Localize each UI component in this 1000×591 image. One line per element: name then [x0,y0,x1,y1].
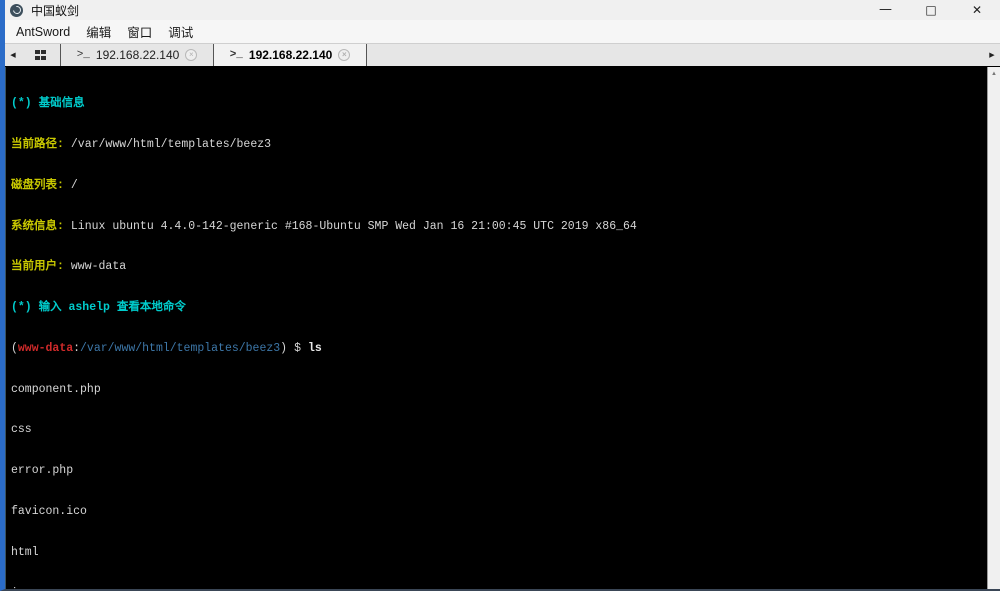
close-button[interactable]: ✕ [954,0,1000,20]
tab-scroll-right-icon[interactable]: ▶ [984,44,1000,66]
antsword-window: 中国蚁剑 — □ ✕ AntSword 编辑 窗口 调试 ◀ >_ 192.16… [0,0,1000,591]
menu-antsword[interactable]: AntSword [8,23,78,41]
file-entry: images [11,587,987,589]
menu-edit[interactable]: 编辑 [78,20,119,43]
tab-terminal-1[interactable]: >_ 192.168.22.140 × [61,44,214,66]
tab-close-icon[interactable]: × [338,49,351,61]
tab-label: 192.168.22.140 [95,48,180,62]
terminal-prompt-icon: >_ [76,49,90,61]
terminal-field-user: 当前用户: www-data [11,260,127,274]
file-entry: component.php [11,382,101,396]
terminal-output[interactable]: (*) 基础信息 当前路径:/var/www/html/templates/be… [5,67,987,589]
terminal-field-path: 当前路径:/var/www/html/templates/beez3 [11,137,272,151]
file-entry: error.php [11,464,74,478]
tab-label: 192.168.22.140 [248,48,333,62]
menu-window[interactable]: 窗口 [119,20,160,43]
title-bar: 中国蚁剑 — □ ✕ [5,0,1000,20]
logo-swirl-shape [10,4,23,16]
menu-debug[interactable]: 调试 [160,20,201,43]
minimize-button[interactable]: — [862,0,908,20]
file-entry: favicon.ico [11,505,87,518]
tab-bar-filler [367,44,984,66]
window-controls: — □ ✕ [862,0,1000,20]
scrollbar-up-icon[interactable]: ▲ [988,67,1000,81]
tab-close-icon[interactable]: × [185,49,198,61]
terminal-prompt-line: (www-data:/var/www/html/templates/beez3)… [11,341,322,355]
file-entry: css [11,423,32,437]
terminal-help-line: (*) 输入 ashelp 查看本地命令 [11,301,186,315]
tab-scroll-left-icon[interactable]: ◀ [5,44,21,66]
terminal-command: ls [307,341,322,355]
terminal-scrollbar[interactable]: ▲ [987,67,1000,589]
tab-bar: ◀ >_ 192.168.22.140 × >_ 192.168.22.140 … [5,44,1000,66]
maximize-button[interactable]: □ [908,0,954,20]
terminal-field-system: 系统信息: Linux ubuntu 4.4.0-142-generic #168… [11,219,637,233]
grid-icon [34,50,47,60]
terminal-field-disks: 磁盘列表: / [11,178,78,192]
window-title: 中国蚁剑 [31,3,80,18]
tab-manager-button[interactable] [21,44,61,66]
terminal-section-header: (*) 基础信息 [11,97,85,111]
file-entry: html [11,545,39,559]
tab-terminal-2-active[interactable]: >_ 192.168.22.140 × [214,44,367,66]
antsword-logo-icon [10,3,23,17]
terminal-prompt-icon: >_ [229,49,243,61]
menu-bar: AntSword 编辑 窗口 调试 [5,20,1000,44]
